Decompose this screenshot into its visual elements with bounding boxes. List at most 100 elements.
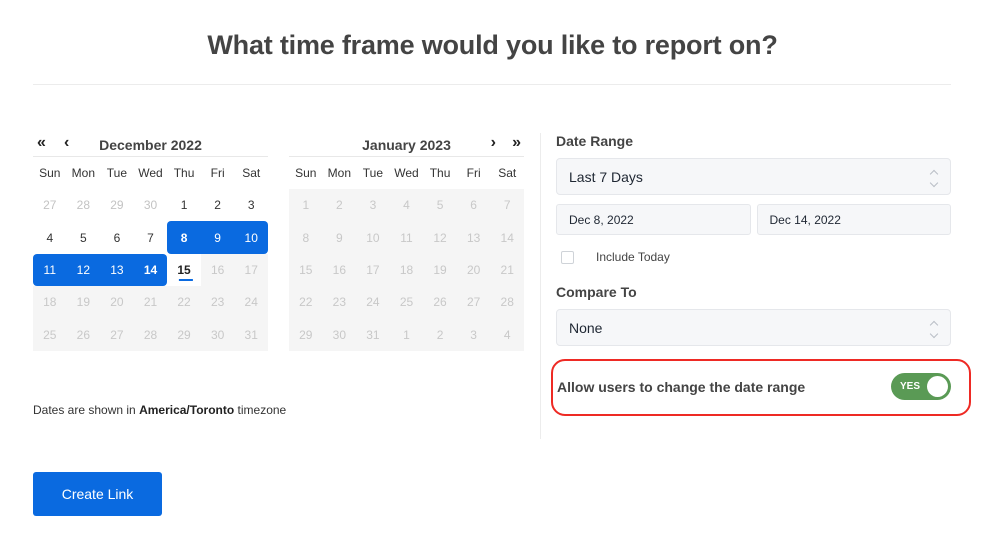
calendar-day: 25 xyxy=(389,286,424,319)
calendar-day: 9 xyxy=(322,221,357,254)
end-date-input[interactable]: Dec 14, 2022 xyxy=(756,204,951,235)
calendar-day: 22 xyxy=(167,286,201,319)
timezone-note: Dates are shown in America/Toronto timez… xyxy=(33,403,286,417)
calendar-day: 3 xyxy=(356,189,390,222)
toggle-knob xyxy=(927,376,948,397)
toggle-text: YES xyxy=(900,381,921,392)
calendar-day: 26 xyxy=(66,318,101,351)
calendar-day: 31 xyxy=(356,318,390,351)
date-range-label: Date Range xyxy=(556,133,634,149)
calendar-day: 1 xyxy=(389,318,424,351)
calendar-december: « ‹ December 2022 Sun Mon Tue Wed Thu Fr… xyxy=(33,132,268,351)
calendar-day: 8 xyxy=(289,221,323,254)
calendar-day: 30 xyxy=(322,318,357,351)
calendar-day: 17 xyxy=(234,253,268,287)
calendar-header: « ‹ December 2022 xyxy=(33,132,268,157)
weekday-label: Mon xyxy=(327,166,352,180)
weekday-label: Thu xyxy=(429,166,451,180)
weekday-label: Mon xyxy=(71,166,96,180)
weekday-label: Sun xyxy=(295,166,317,180)
calendar-day: 7 xyxy=(490,189,524,222)
calendar-day: 26 xyxy=(423,286,457,319)
calendar-day: 18 xyxy=(33,286,67,319)
chevron-right-icon[interactable]: › xyxy=(491,134,496,152)
calendar-day: 22 xyxy=(289,286,323,319)
weekday-label: Sat xyxy=(498,166,517,180)
calendar-day: 11 xyxy=(389,221,424,254)
day-grid: 27 28 29 30 1 2 3 4 5 6 7 8 9 10 11 12 13 14 15 16 17 18 19 20 2… xyxy=(33,189,268,351)
calendar-day-selected[interactable]: 10 xyxy=(234,221,268,254)
calendar-day[interactable]: 7 xyxy=(134,221,168,253)
weekday-label: Fri xyxy=(466,166,481,180)
calendar-day: 24 xyxy=(356,286,390,319)
calendar-day: 27 xyxy=(456,286,491,319)
calendar-day[interactable]: 28 xyxy=(67,189,101,221)
settings-panel: Date Range Last 7 Days Dec 8, 2022 Dec 1… xyxy=(556,133,951,346)
calendar-day[interactable]: 30 xyxy=(134,189,168,221)
calendar-day: 4 xyxy=(389,189,424,222)
calendar-day: 25 xyxy=(33,318,67,351)
allow-change-toggle[interactable]: YES xyxy=(891,373,951,400)
select-chevron-icon xyxy=(928,317,940,339)
calendar-day[interactable]: 5 xyxy=(67,221,101,253)
include-today-row: Include Today xyxy=(556,250,951,264)
calendar-day-selected[interactable]: 13 xyxy=(100,253,134,287)
calendar-day: 19 xyxy=(66,286,101,319)
calendar-day: 28 xyxy=(133,318,168,351)
calendar-day[interactable]: 6 xyxy=(100,221,134,253)
weekday-label: Sun xyxy=(39,166,61,180)
calendar-day: 21 xyxy=(133,286,168,319)
compare-to-select[interactable]: None xyxy=(556,309,951,346)
month-title: January 2023 xyxy=(362,137,451,153)
calendar-day[interactable]: 1 xyxy=(167,189,201,221)
calendar-day: 20 xyxy=(100,286,134,319)
calendar-day-selected[interactable]: 8 xyxy=(167,221,201,254)
calendar-day: 24 xyxy=(234,286,268,319)
calendar-day: 13 xyxy=(456,221,491,254)
create-link-button[interactable]: Create Link xyxy=(33,472,162,516)
calendar-day[interactable]: 2 xyxy=(201,189,235,221)
start-date-input[interactable]: Dec 8, 2022 xyxy=(556,204,751,235)
calendar-day: 29 xyxy=(289,318,323,351)
date-range-value: Last 7 Days xyxy=(569,168,643,185)
weekday-header: Sun Mon Tue Wed Thu Fri Sat xyxy=(33,157,268,189)
calendar-day: 23 xyxy=(200,286,235,319)
calendar-day: 15 xyxy=(289,253,323,287)
timezone-note-prefix: Dates are shown in xyxy=(33,403,140,417)
calendar-day: 2 xyxy=(322,189,357,222)
calendar-day: 14 xyxy=(490,221,524,254)
double-chevron-right-icon[interactable]: » xyxy=(512,134,521,152)
calendar-day: 19 xyxy=(423,253,457,287)
calendar-day[interactable]: 3 xyxy=(234,189,268,221)
calendar-january: January 2023 › » Sun Mon Tue Wed Thu Fri… xyxy=(289,132,524,351)
calendar-day: 27 xyxy=(100,318,134,351)
compare-to-value: None xyxy=(569,319,603,336)
calendar-day-selected[interactable]: 12 xyxy=(66,253,101,287)
calendar-header: January 2023 › » xyxy=(289,132,524,157)
calendar-day[interactable]: 27 xyxy=(33,189,67,221)
calendar-day: 16 xyxy=(322,253,357,287)
calendar-day: 16 xyxy=(200,253,235,287)
vertical-divider xyxy=(540,133,541,439)
calendar-day: 18 xyxy=(389,253,424,287)
weekday-label: Sat xyxy=(242,166,261,180)
calendar-day-selected[interactable]: 11 xyxy=(33,253,67,287)
calendar-day-selected[interactable]: 9 xyxy=(200,221,235,254)
weekday-label: Tue xyxy=(362,166,384,180)
calendar-day: 29 xyxy=(167,318,201,351)
calendar-day[interactable]: 4 xyxy=(33,221,67,253)
include-today-label: Include Today xyxy=(596,250,670,264)
day-grid: 1 2 3 4 5 6 7 8 9 10 11 12 13 14 15 16 17 18 19 20 21 22 23 24 2… xyxy=(289,189,524,351)
include-today-checkbox[interactable] xyxy=(561,250,574,264)
weekday-label: Tue xyxy=(106,166,128,180)
compare-to-label: Compare To xyxy=(556,284,637,300)
calendar-day: 2 xyxy=(423,318,457,351)
calendar-day: 10 xyxy=(356,221,390,254)
calendar-day: 3 xyxy=(456,318,491,351)
calendar-day-selected[interactable]: 14 xyxy=(133,253,168,287)
weekday-label: Wed xyxy=(138,166,163,180)
calendar-day-today[interactable]: 15 xyxy=(167,254,201,286)
date-range-select[interactable]: Last 7 Days xyxy=(556,158,951,195)
calendar-day[interactable]: 29 xyxy=(100,189,134,221)
calendar-day: 20 xyxy=(456,253,491,287)
